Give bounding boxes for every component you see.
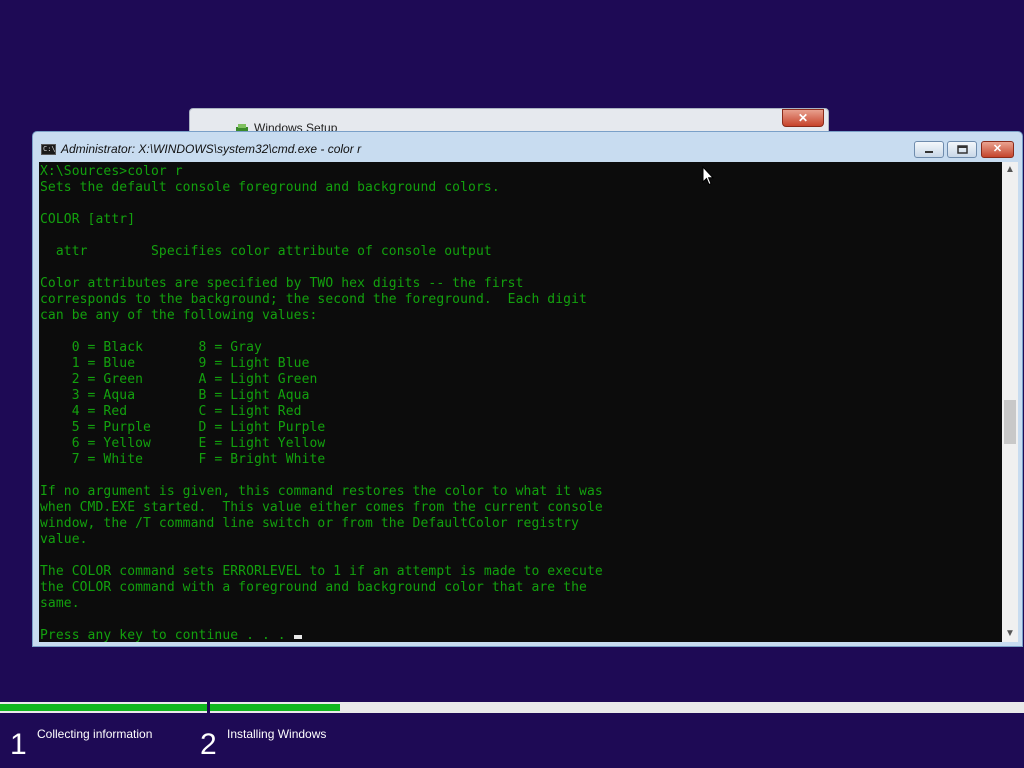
progress-fill-collecting: [0, 704, 207, 711]
console-line: 0 = Black 8 = Gray: [40, 340, 262, 355]
maximize-button[interactable]: [947, 141, 977, 158]
text-cursor: [293, 635, 302, 639]
console-line: window, the /T command line switch or fr…: [40, 516, 580, 531]
console-line: attr Specifies color attribute of consol…: [40, 244, 492, 259]
step-number: 1: [10, 728, 27, 761]
minimize-button[interactable]: [914, 141, 944, 158]
console-line: when CMD.EXE started. This value either …: [40, 500, 603, 515]
console-line: corresponds to the background; the secon…: [40, 292, 587, 307]
console-output[interactable]: X:\Sources>color r Sets the default cons…: [39, 162, 1002, 642]
console-line: Sets the default console foreground and …: [40, 180, 500, 195]
console-line: value.: [40, 532, 88, 547]
minimize-icon: [925, 151, 933, 153]
console-text: X:\Sources>color r Sets the default cons…: [39, 162, 1002, 642]
cmd-window[interactable]: C:\ Administrator: X:\WINDOWS\system32\c…: [32, 131, 1023, 647]
console-line: Press any key to continue . . .: [40, 628, 294, 642]
console-line: 4 = Red C = Light Red: [40, 404, 302, 419]
console-line: the COLOR command with a foreground and …: [40, 580, 587, 595]
console-line: 5 = Purple D = Light Purple: [40, 420, 326, 435]
maximize-icon: [956, 145, 968, 154]
console-line: 7 = White F = Bright White: [40, 452, 326, 467]
step-number: 2: [200, 728, 217, 761]
scroll-down-arrow-icon[interactable]: ▼: [1002, 626, 1018, 642]
console-line: COLOR [attr]: [40, 212, 136, 227]
console-line: Color attributes are specified by TWO he…: [40, 276, 524, 291]
console-line: 6 = Yellow E = Light Yellow: [40, 436, 326, 451]
console-line: 1 = Blue 9 = Light Blue: [40, 356, 310, 371]
console-line: can be any of the following values:: [40, 308, 318, 323]
cmd-titlebar[interactable]: C:\ Administrator: X:\WINDOWS\system32\c…: [33, 132, 1022, 162]
console-line: 2 = Green A = Light Green: [40, 372, 318, 387]
scroll-up-arrow-icon[interactable]: ▲: [1002, 162, 1018, 178]
progress-segment-installing: [210, 702, 1024, 713]
vertical-scrollbar[interactable]: ▲ ▼: [1002, 162, 1018, 642]
progress-fill-installing: [210, 704, 341, 711]
setup-progress-bar: [0, 702, 1024, 713]
mouse-pointer-icon: [702, 165, 715, 191]
console-line: The COLOR command sets ERRORLEVEL to 1 i…: [40, 564, 603, 579]
cmd-app-icon: C:\: [41, 144, 56, 155]
console-line: same.: [40, 596, 80, 611]
console-line: X:\Sources>color r: [40, 164, 183, 179]
close-button[interactable]: ✕: [981, 141, 1014, 158]
cmd-window-title: Administrator: X:\WINDOWS\system32\cmd.e…: [61, 142, 362, 156]
progress-segment-collecting: [0, 702, 207, 713]
scrollbar-thumb[interactable]: [1004, 400, 1016, 444]
console-line: If no argument is given, this command re…: [40, 484, 603, 499]
step-label: Installing Windows: [227, 727, 327, 741]
console-line: 3 = Aqua B = Light Aqua: [40, 388, 310, 403]
windows-setup-close-button[interactable]: ✕: [782, 109, 824, 127]
step-label: Collecting information: [37, 727, 153, 741]
